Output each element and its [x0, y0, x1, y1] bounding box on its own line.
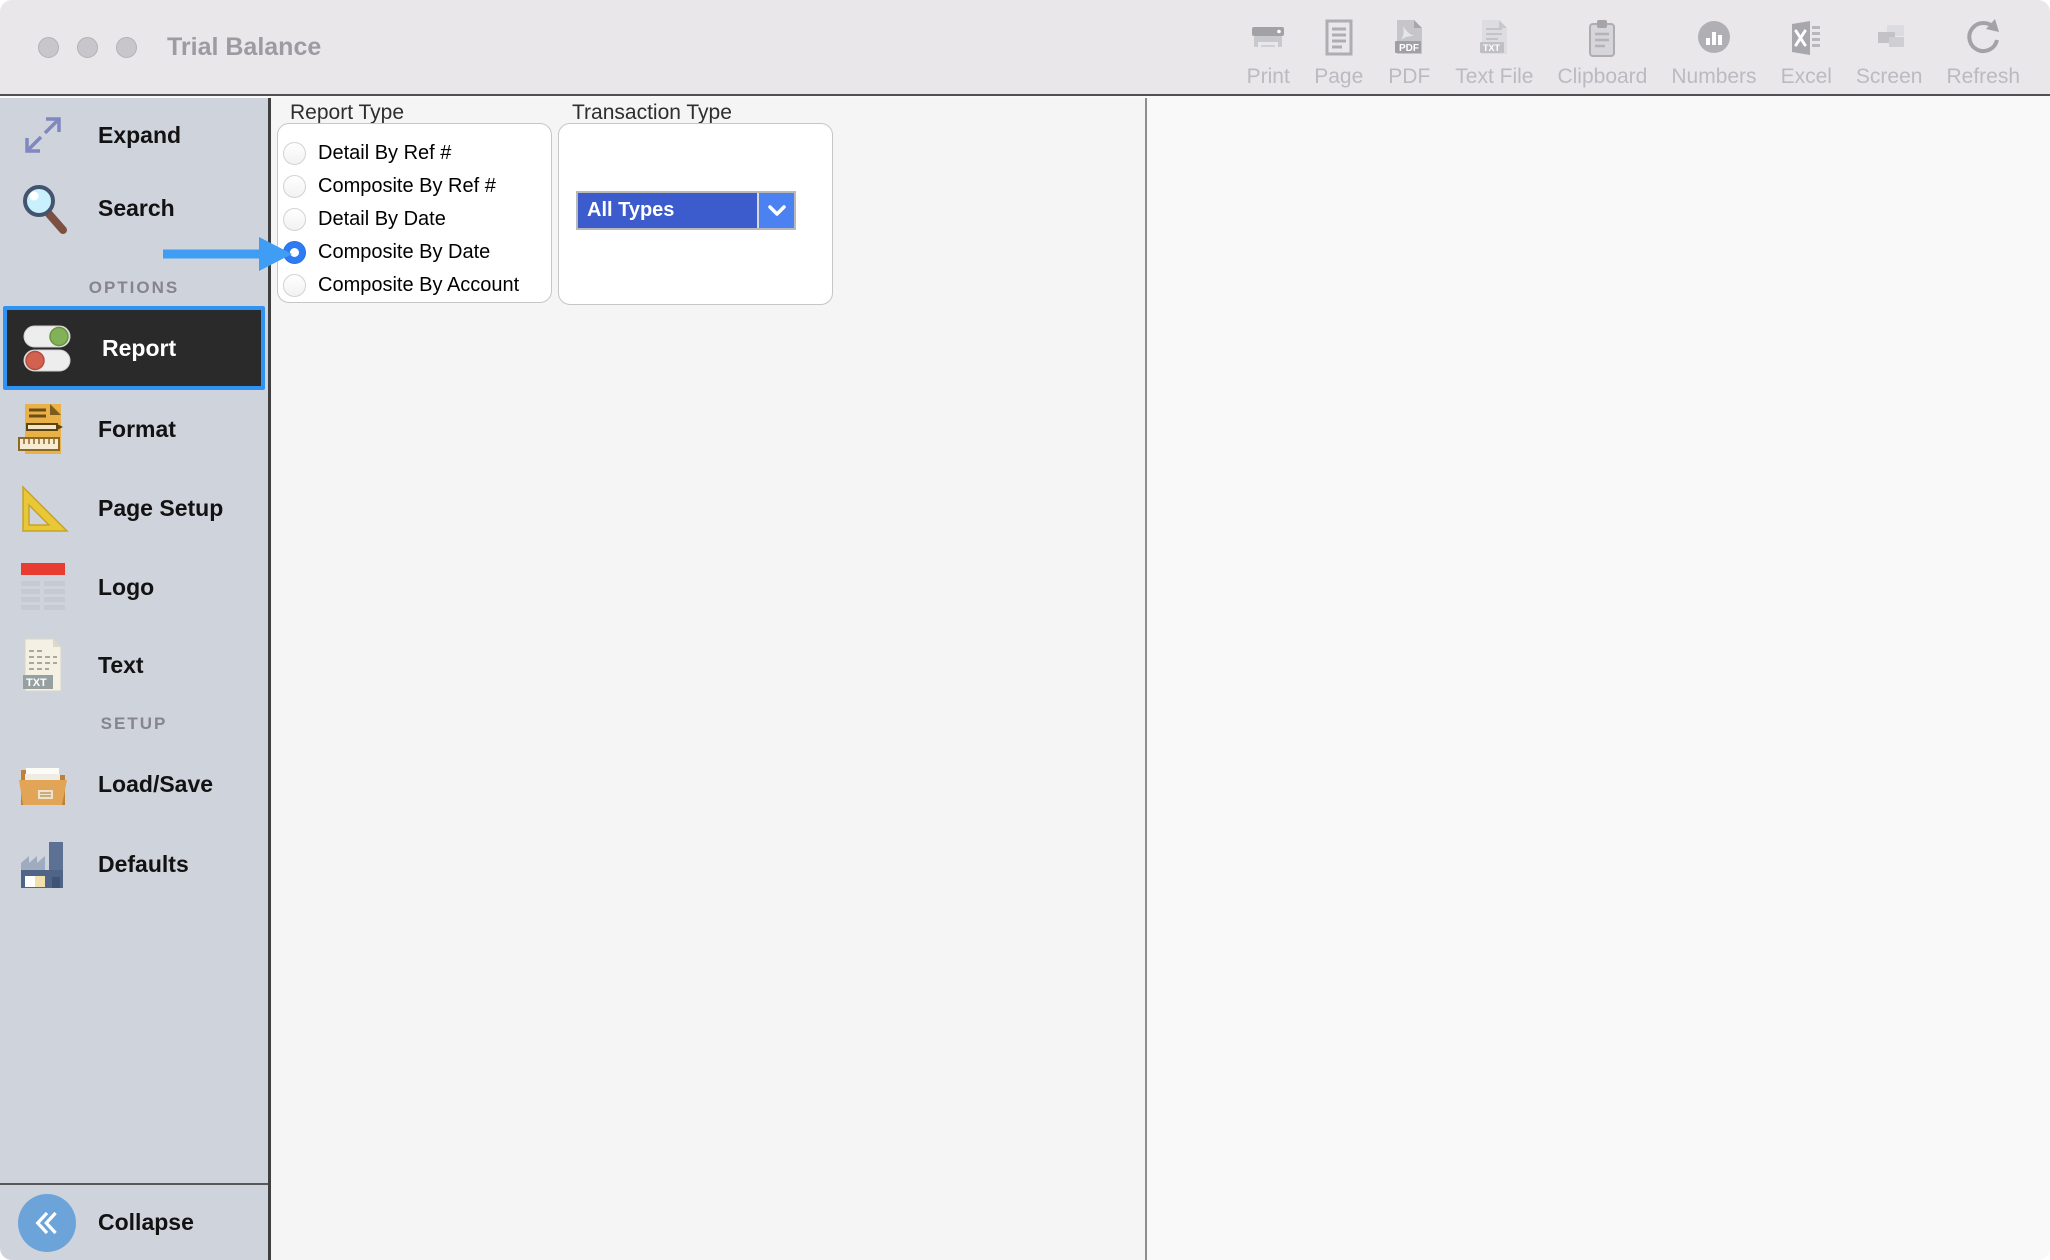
sidebar-item-label: Text — [98, 651, 144, 678]
sidebar-item-logo[interactable]: Logo — [0, 548, 268, 626]
radio-button[interactable] — [283, 208, 306, 231]
sidebar-item-label: Report — [102, 334, 177, 361]
toolbar-label: Screen — [1855, 65, 1923, 88]
radio-button[interactable] — [283, 142, 306, 165]
sidebar-item-expand[interactable]: Expand — [0, 98, 268, 172]
toolbar-button-text-file[interactable]: TXT Text File — [1455, 5, 1533, 89]
toolbar-label: PDF — [1388, 65, 1431, 88]
toolbar-button-page[interactable]: Page — [1314, 5, 1363, 89]
pdf-icon: PDF — [1387, 15, 1431, 61]
transaction-type-dropdown[interactable]: All Types — [576, 191, 796, 230]
toolbar-button-numbers[interactable]: Numbers — [1671, 5, 1757, 89]
toolbar: Print Page PDF PDF TXT Text File Clipboa… — [1246, 5, 2050, 89]
set-square-icon — [12, 481, 74, 537]
radio-button[interactable] — [283, 175, 306, 198]
svg-text:TXT: TXT — [1483, 43, 1501, 53]
toggles-icon — [16, 320, 78, 376]
sidebar-item-label: Load/Save — [98, 770, 214, 797]
toolbar-button-excel[interactable]: Excel — [1781, 5, 1832, 89]
report-options-panel: Report Type Detail By Ref # Composite By… — [271, 98, 1147, 1260]
close-button[interactable] — [38, 36, 59, 58]
radio-option-composite-by-ref[interactable]: Composite By Ref # — [283, 170, 551, 203]
toolbar-button-pdf[interactable]: PDF PDF — [1387, 5, 1431, 89]
svg-text:PDF: PDF — [1399, 43, 1419, 54]
report-type-group-label: Report Type — [290, 101, 405, 124]
chevron-down-icon — [757, 193, 794, 228]
refresh-icon — [1961, 15, 2005, 61]
toolbar-label: Excel — [1780, 65, 1832, 88]
radio-option-detail-by-ref[interactable]: Detail By Ref # — [283, 137, 551, 170]
screen-icon — [1867, 15, 1911, 61]
sidebar-item-defaults[interactable]: Defaults — [0, 824, 268, 904]
radio-option-composite-by-date[interactable]: Composite By Date — [283, 236, 551, 269]
radio-option-composite-by-account[interactable]: Composite By Account — [283, 269, 551, 302]
sidebar-item-label: Page Setup — [98, 495, 224, 521]
transaction-type-group-label: Transaction Type — [572, 101, 732, 124]
title-bar: Trial Balance Print Page PDF PDF TXT Tex… — [0, 0, 2050, 96]
sidebar-item-text[interactable]: TXT Text — [0, 626, 268, 704]
numbers-chart-icon — [1692, 15, 1736, 61]
format-document-icon — [12, 402, 74, 458]
sidebar-item-label: Format — [98, 416, 176, 442]
dropdown-selected-value: All Types — [587, 199, 675, 221]
txt-document-icon: TXT — [12, 637, 74, 693]
toolbar-button-screen[interactable]: Screen — [1855, 5, 1923, 89]
sidebar-item-label: Defaults — [98, 850, 189, 877]
window-controls — [38, 36, 137, 58]
report-preview-area — [1147, 98, 2050, 1260]
collapse-chevrons-icon — [18, 1193, 76, 1252]
toolbar-label: Clipboard — [1557, 65, 1648, 88]
sidebar-item-label: Collapse — [98, 1209, 194, 1235]
radio-option-detail-by-date[interactable]: Detail By Date — [283, 203, 551, 236]
zoom-button[interactable] — [116, 36, 137, 58]
toolbar-label: Numbers — [1671, 65, 1757, 88]
sidebar-collapse-row[interactable]: Collapse — [0, 1183, 268, 1260]
printer-icon — [1246, 15, 1290, 61]
sidebar-item-load-save[interactable]: Load/Save — [0, 744, 268, 824]
toolbar-label: Refresh — [1946, 65, 2020, 88]
window-title: Trial Balance — [167, 32, 322, 61]
report-type-groupbox: Detail By Ref # Composite By Ref # Detai… — [277, 123, 552, 303]
clipboard-icon — [1580, 15, 1624, 61]
page-icon — [1317, 15, 1361, 61]
sidebar-item-format[interactable]: Format — [0, 390, 268, 469]
sidebar-item-search[interactable]: Search — [0, 172, 268, 244]
sidebar-section-setup: SETUP — [100, 714, 168, 733]
folder-icon — [12, 756, 74, 812]
toolbar-label: Page — [1314, 65, 1364, 88]
sidebar-item-report[interactable]: Report — [3, 306, 265, 390]
toolbar-button-clipboard[interactable]: Clipboard — [1557, 5, 1647, 89]
toolbar-button-refresh[interactable]: Refresh — [1946, 5, 2020, 89]
sidebar-item-label: Search — [98, 194, 175, 221]
annotation-arrow — [160, 235, 294, 278]
text-file-icon: TXT — [1472, 15, 1516, 61]
app-window: Trial Balance Print Page PDF PDF TXT Tex… — [0, 0, 2050, 1260]
expand-arrows-icon — [12, 107, 74, 163]
toolbar-label: Print — [1246, 65, 1290, 88]
factory-icon — [12, 836, 74, 892]
sidebar-item-page-setup[interactable]: Page Setup — [0, 469, 268, 548]
logo-placeholder-icon — [12, 559, 74, 615]
transaction-type-groupbox: All Types — [558, 123, 833, 305]
sidebar-item-label: Expand — [98, 121, 182, 148]
toolbar-button-print[interactable]: Print — [1246, 5, 1290, 89]
minimize-button[interactable] — [77, 36, 98, 58]
svg-text:TXT: TXT — [26, 677, 47, 689]
excel-icon — [1784, 15, 1828, 61]
sidebar-item-label: Logo — [98, 573, 155, 600]
search-icon — [12, 180, 74, 236]
toolbar-label: Text File — [1455, 65, 1534, 88]
